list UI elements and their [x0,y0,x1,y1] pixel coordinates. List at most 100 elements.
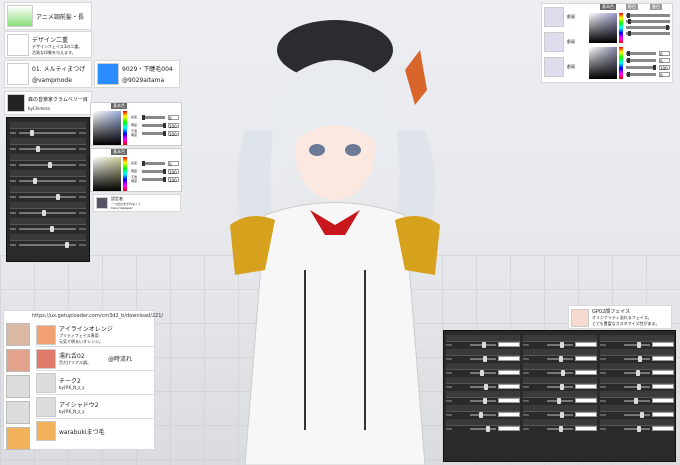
slider[interactable] [470,425,496,432]
color-square[interactable] [93,111,121,145]
channel-value[interactable]: 100 [659,65,670,71]
slider[interactable] [547,383,573,390]
channel-value[interactable]: 100 [168,176,179,183]
category-icon-eyeline[interactable] [6,323,30,346]
slider-value[interactable] [498,384,520,389]
category-icon-lash[interactable] [6,427,30,450]
color-square[interactable] [589,47,617,79]
channel-value[interactable]: 0 [168,114,179,121]
slider[interactable] [624,369,650,376]
item-thumbnail[interactable] [36,421,56,441]
channel-slider[interactable] [142,176,166,182]
slider-value[interactable] [498,370,520,375]
slider-value[interactable] [652,384,674,389]
slider-value[interactable] [498,426,520,431]
slider-value[interactable] [498,342,520,347]
slider[interactable] [18,177,77,184]
tab-base-color[interactable]: 基本色 [600,4,616,10]
item-thumbnail[interactable] [7,94,25,112]
tab-hair-color[interactable]: 髪色 [650,4,662,10]
slider[interactable] [547,355,573,362]
slider[interactable] [470,341,496,348]
slider[interactable] [547,397,573,404]
preset-thumbnail[interactable] [544,7,564,27]
slider[interactable] [18,241,77,248]
channel-slider[interactable] [142,168,166,174]
slider-value[interactable] [652,342,674,347]
face-thumbnail[interactable] [571,308,589,327]
hue-bar[interactable] [123,111,127,145]
channel-slider[interactable] [626,51,656,56]
slider[interactable] [624,425,650,432]
slider[interactable] [624,411,650,418]
item-thumbnail[interactable] [7,34,29,56]
slider-value[interactable] [575,384,597,389]
tab-shadow-color[interactable]: 影色 [626,4,638,10]
item-thumbnail[interactable] [36,372,56,393]
download-url[interactable]: https://ux.getuploader.com/cm3d2_b/downl… [32,313,163,319]
slider[interactable] [470,369,496,376]
hue-bar[interactable] [123,157,127,191]
slider[interactable] [547,411,573,418]
slider[interactable] [547,369,573,376]
channel-slider[interactable] [626,25,670,30]
color-square[interactable] [93,157,121,191]
preset-thumbnail[interactable] [544,57,564,77]
hue-bar[interactable] [619,13,623,43]
slider-value[interactable] [575,370,597,375]
slider-value[interactable] [652,426,674,431]
slider[interactable] [18,193,77,200]
slider-value[interactable] [575,426,597,431]
channel-slider[interactable] [142,114,165,120]
hue-bar[interactable] [619,47,623,79]
channel-value[interactable]: 0 [659,51,670,57]
channel-slider[interactable] [626,58,656,63]
channel-slider[interactable] [626,31,670,36]
slider[interactable] [624,341,650,348]
channel-slider[interactable] [626,13,670,18]
item-thumbnail[interactable] [36,348,56,369]
slider-value[interactable] [498,412,520,417]
slider[interactable] [470,397,496,404]
slider-value[interactable] [652,412,674,417]
slider[interactable] [18,129,77,136]
slider[interactable] [470,411,496,418]
channel-slider[interactable] [142,130,166,136]
slider[interactable] [547,341,573,348]
slider-value[interactable] [652,370,674,375]
slider-value[interactable] [652,398,674,403]
channel-value[interactable]: 100 [168,130,179,137]
slider[interactable] [470,383,496,390]
slider-value[interactable] [575,412,597,417]
slider-value[interactable] [498,398,520,403]
channel-value[interactable]: 0 [659,72,670,78]
color-square[interactable] [589,13,617,43]
category-icon-mouth[interactable] [6,349,30,372]
channel-value[interactable]: 100 [168,168,179,175]
slider[interactable] [18,145,77,152]
slider-value[interactable] [652,356,674,361]
category-icon-shadow[interactable] [6,401,30,424]
item-thumbnail[interactable] [36,396,56,417]
slider-value[interactable] [575,398,597,403]
item-thumbnail[interactable] [7,63,29,85]
channel-slider[interactable] [142,122,166,128]
channel-slider[interactable] [626,19,670,24]
slider[interactable] [18,209,77,216]
item-thumbnail[interactable] [7,5,33,27]
item-thumbnail[interactable] [97,63,119,85]
slider[interactable] [624,397,650,404]
channel-slider[interactable] [626,65,656,70]
channel-value[interactable]: 0 [659,58,670,64]
slider-value[interactable] [575,356,597,361]
slider[interactable] [470,355,496,362]
category-icon-cheek[interactable] [6,375,30,398]
item-thumbnail[interactable] [36,324,56,345]
picker-tab[interactable]: 基本色 [111,149,127,155]
slider[interactable] [18,225,77,232]
picker-tab[interactable]: 基本色 [111,103,127,109]
channel-value[interactable]: 0 [168,160,179,167]
slider-value[interactable] [575,342,597,347]
preset-thumbnail[interactable] [544,32,564,52]
channel-slider[interactable] [142,160,165,166]
